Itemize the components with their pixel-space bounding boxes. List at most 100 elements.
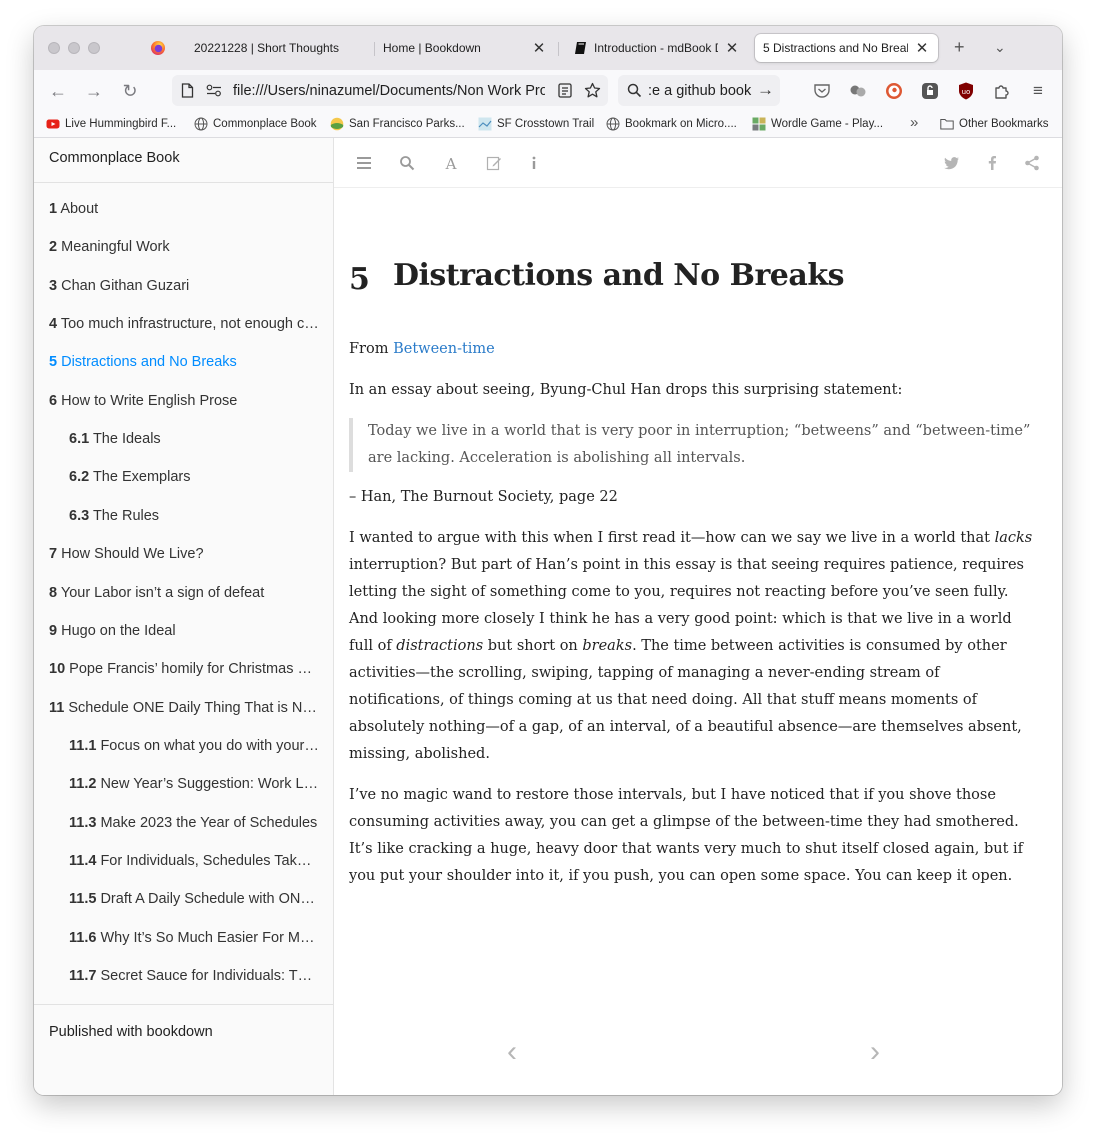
maximize-window-button[interactable]: [88, 42, 100, 54]
forward-arrow-icon[interactable]: →: [80, 78, 108, 104]
bookmark-star-icon[interactable]: [584, 82, 601, 99]
next-page-chevron-icon[interactable]: ›: [870, 1035, 880, 1069]
search-bar[interactable]: :e a github book →: [618, 75, 780, 106]
book-title[interactable]: Commonplace Book: [49, 150, 180, 166]
sidebar-item-11[interactable]: 11 Schedule ONE Daily Thing That is Nice: [49, 700, 319, 716]
toc-label: Chan Githan Guzari: [61, 277, 190, 294]
sidebar-item-11-5[interactable]: 11.5 Draft A Daily Schedule with ONE Thi…: [69, 891, 319, 907]
search-icon[interactable]: [399, 155, 415, 171]
sidebar-item-8[interactable]: 8 Your Labor isn’t a sign of defeat: [49, 585, 319, 601]
tab-bar: 20221228 | Short Thoughts Home | Bookdow…: [34, 26, 1062, 70]
sidebar-item-11-4[interactable]: 11.4 For Individuals, Schedules Take Eff…: [69, 853, 319, 869]
sidebar-item-6[interactable]: 6 How to Write English Prose: [49, 393, 319, 409]
sidebar-item-6-3[interactable]: 6.3 The Rules: [69, 508, 319, 524]
tab-distractions-active[interactable]: 5 Distractions and No Breaks ✕: [755, 34, 938, 62]
toc-label: New Year’s Suggestion: Work Less: [100, 776, 319, 793]
sidebar-item-1[interactable]: 1 About: [49, 201, 319, 217]
file-page-icon: [181, 83, 194, 98]
sidebar-item-5[interactable]: 5 Distractions and No Breaks: [49, 354, 319, 370]
toc-label: Schedule ONE Daily Thing That is Nice: [68, 699, 319, 716]
sidebar-item-4[interactable]: 4 Too much infrastructure, not enough co…: [49, 316, 319, 332]
sfparks-icon: [330, 117, 344, 131]
bookmark-item[interactable]: SF Crosstown Trail: [478, 117, 594, 131]
sidebar-divider: [34, 1004, 333, 1005]
facebook-icon[interactable]: [984, 155, 1000, 171]
bookmarks-overflow-chevron-icon[interactable]: »: [910, 114, 918, 131]
info-icon[interactable]: [526, 155, 542, 171]
tab-mdbook-intro[interactable]: Introduction - mdBook Do ✕: [566, 34, 748, 62]
between-time-link[interactable]: Between-time: [393, 341, 495, 357]
toc-number: 11.2: [69, 776, 97, 793]
close-window-button[interactable]: [48, 42, 60, 54]
toggle-sidebar-icon[interactable]: [356, 155, 372, 171]
list-tabs-chevron-icon[interactable]: ⌄: [994, 39, 1006, 56]
toc-label: Meaningful Work: [61, 239, 170, 256]
quote-block: Today we live in a world that is very po…: [349, 418, 1039, 472]
twitter-icon[interactable]: [944, 155, 960, 171]
other-bookmarks-folder[interactable]: Other Bookmarks: [940, 117, 1048, 131]
extensions-puzzle-icon[interactable]: [992, 81, 1012, 101]
previous-page-chevron-icon[interactable]: ‹: [507, 1035, 517, 1069]
sidebar-item-2[interactable]: 2 Meaningful Work: [49, 239, 319, 255]
extension-cluster-icon[interactable]: [848, 81, 868, 101]
sidebar-item-11-7[interactable]: 11.7 Secret Sauce for Individuals: The O…: [69, 968, 319, 984]
menu-hamburger-icon[interactable]: ≡: [1024, 78, 1052, 104]
toc-number: 11.3: [69, 814, 97, 831]
url-text[interactable]: file:///Users/ninazumel/Documents/Non Wo…: [233, 83, 545, 99]
new-tab-plus-icon[interactable]: +: [954, 37, 965, 58]
tab-close-icon[interactable]: ✕: [724, 39, 740, 57]
sidebar-item-11-3[interactable]: 11.3 Make 2023 the Year of Schedules: [69, 815, 319, 831]
duckduckgo-icon[interactable]: [884, 81, 904, 101]
tab-close-icon[interactable]: ✕: [914, 39, 930, 57]
font-settings-icon[interactable]: A: [443, 155, 459, 171]
tab-firefox-view[interactable]: [142, 34, 184, 62]
search-input[interactable]: :e a github book: [648, 83, 751, 99]
sidebar-item-9[interactable]: 9 Hugo on the Ideal: [49, 623, 319, 639]
reload-icon[interactable]: ↻: [116, 78, 144, 104]
sidebar-item-11-6[interactable]: 11.6 Why It’s So Much Easier For Manager…: [69, 930, 319, 946]
globe-icon: [606, 117, 620, 131]
sidebar-item-3[interactable]: 3 Chan Githan Guzari: [49, 278, 319, 294]
tab-close-icon[interactable]: ✕: [531, 39, 547, 57]
tab-short-thoughts[interactable]: 20221228 | Short Thoughts: [186, 34, 372, 62]
pocket-icon[interactable]: [812, 81, 832, 101]
navigation-toolbar: ← → ↻ file:///Users/ninazumel/Documents/…: [34, 70, 1062, 112]
lock-extension-icon[interactable]: [920, 81, 940, 101]
from-prefix: From: [349, 341, 394, 357]
toc-label: The Exemplars: [92, 469, 191, 486]
toc-label: About: [60, 201, 99, 217]
tab-title: Home | Bookdown: [383, 41, 481, 55]
bookmark-item[interactable]: Live Hummingbird F...: [46, 117, 176, 131]
sidebar-item-10[interactable]: 10 Pope Francis’ homily for Christmas Ev…: [49, 661, 319, 677]
bookmark-item[interactable]: Commonplace Book: [194, 117, 317, 131]
ublock-shield-icon[interactable]: uo: [956, 81, 976, 101]
bookmark-item[interactable]: Bookmark on Micro....: [606, 117, 737, 131]
toc-number: 1: [49, 201, 58, 217]
reader-view-icon[interactable]: [558, 83, 572, 98]
sidebar-item-11-2[interactable]: 11.2 New Year’s Suggestion: Work Less: [69, 776, 319, 792]
back-arrow-icon[interactable]: ←: [44, 78, 72, 104]
bookmark-item[interactable]: San Francisco Parks...: [330, 117, 465, 131]
toc-label: How Should We Live?: [61, 546, 204, 563]
permissions-icon[interactable]: [206, 84, 222, 97]
toc-label: Too much infrastructure, not enough conv…: [60, 316, 319, 333]
toc-label: Draft A Daily Schedule with ONE Thing: [100, 891, 319, 908]
sidebar-item-11-1[interactable]: 11.1 Focus on what you do with your time: [69, 738, 319, 754]
minimize-window-button[interactable]: [68, 42, 80, 54]
published-with-bookdown[interactable]: Published with bookdown: [49, 1024, 213, 1040]
sidebar-item-6-2[interactable]: 6.2 The Exemplars: [69, 469, 319, 485]
toc-label: Focus on what you do with your time: [100, 737, 319, 754]
search-go-arrow-icon[interactable]: →: [757, 80, 774, 100]
toc-number: 9: [49, 622, 58, 639]
edit-icon[interactable]: [486, 155, 502, 171]
toc-number: 10: [49, 661, 66, 678]
url-bar[interactable]: file:///Users/ninazumel/Documents/Non Wo…: [172, 75, 608, 106]
tab-bookdown-home[interactable]: Home | Bookdown ✕: [375, 34, 555, 62]
book-toolbar: A: [334, 138, 1062, 188]
bookmark-item[interactable]: Wordle Game - Play...: [752, 117, 883, 131]
share-icon[interactable]: [1024, 155, 1040, 171]
sidebar-item-6-1[interactable]: 6.1 The Ideals: [69, 431, 319, 447]
wordle-icon: [752, 117, 766, 131]
toc-number: 7: [49, 546, 58, 563]
sidebar-item-7[interactable]: 7 How Should We Live?: [49, 546, 319, 562]
